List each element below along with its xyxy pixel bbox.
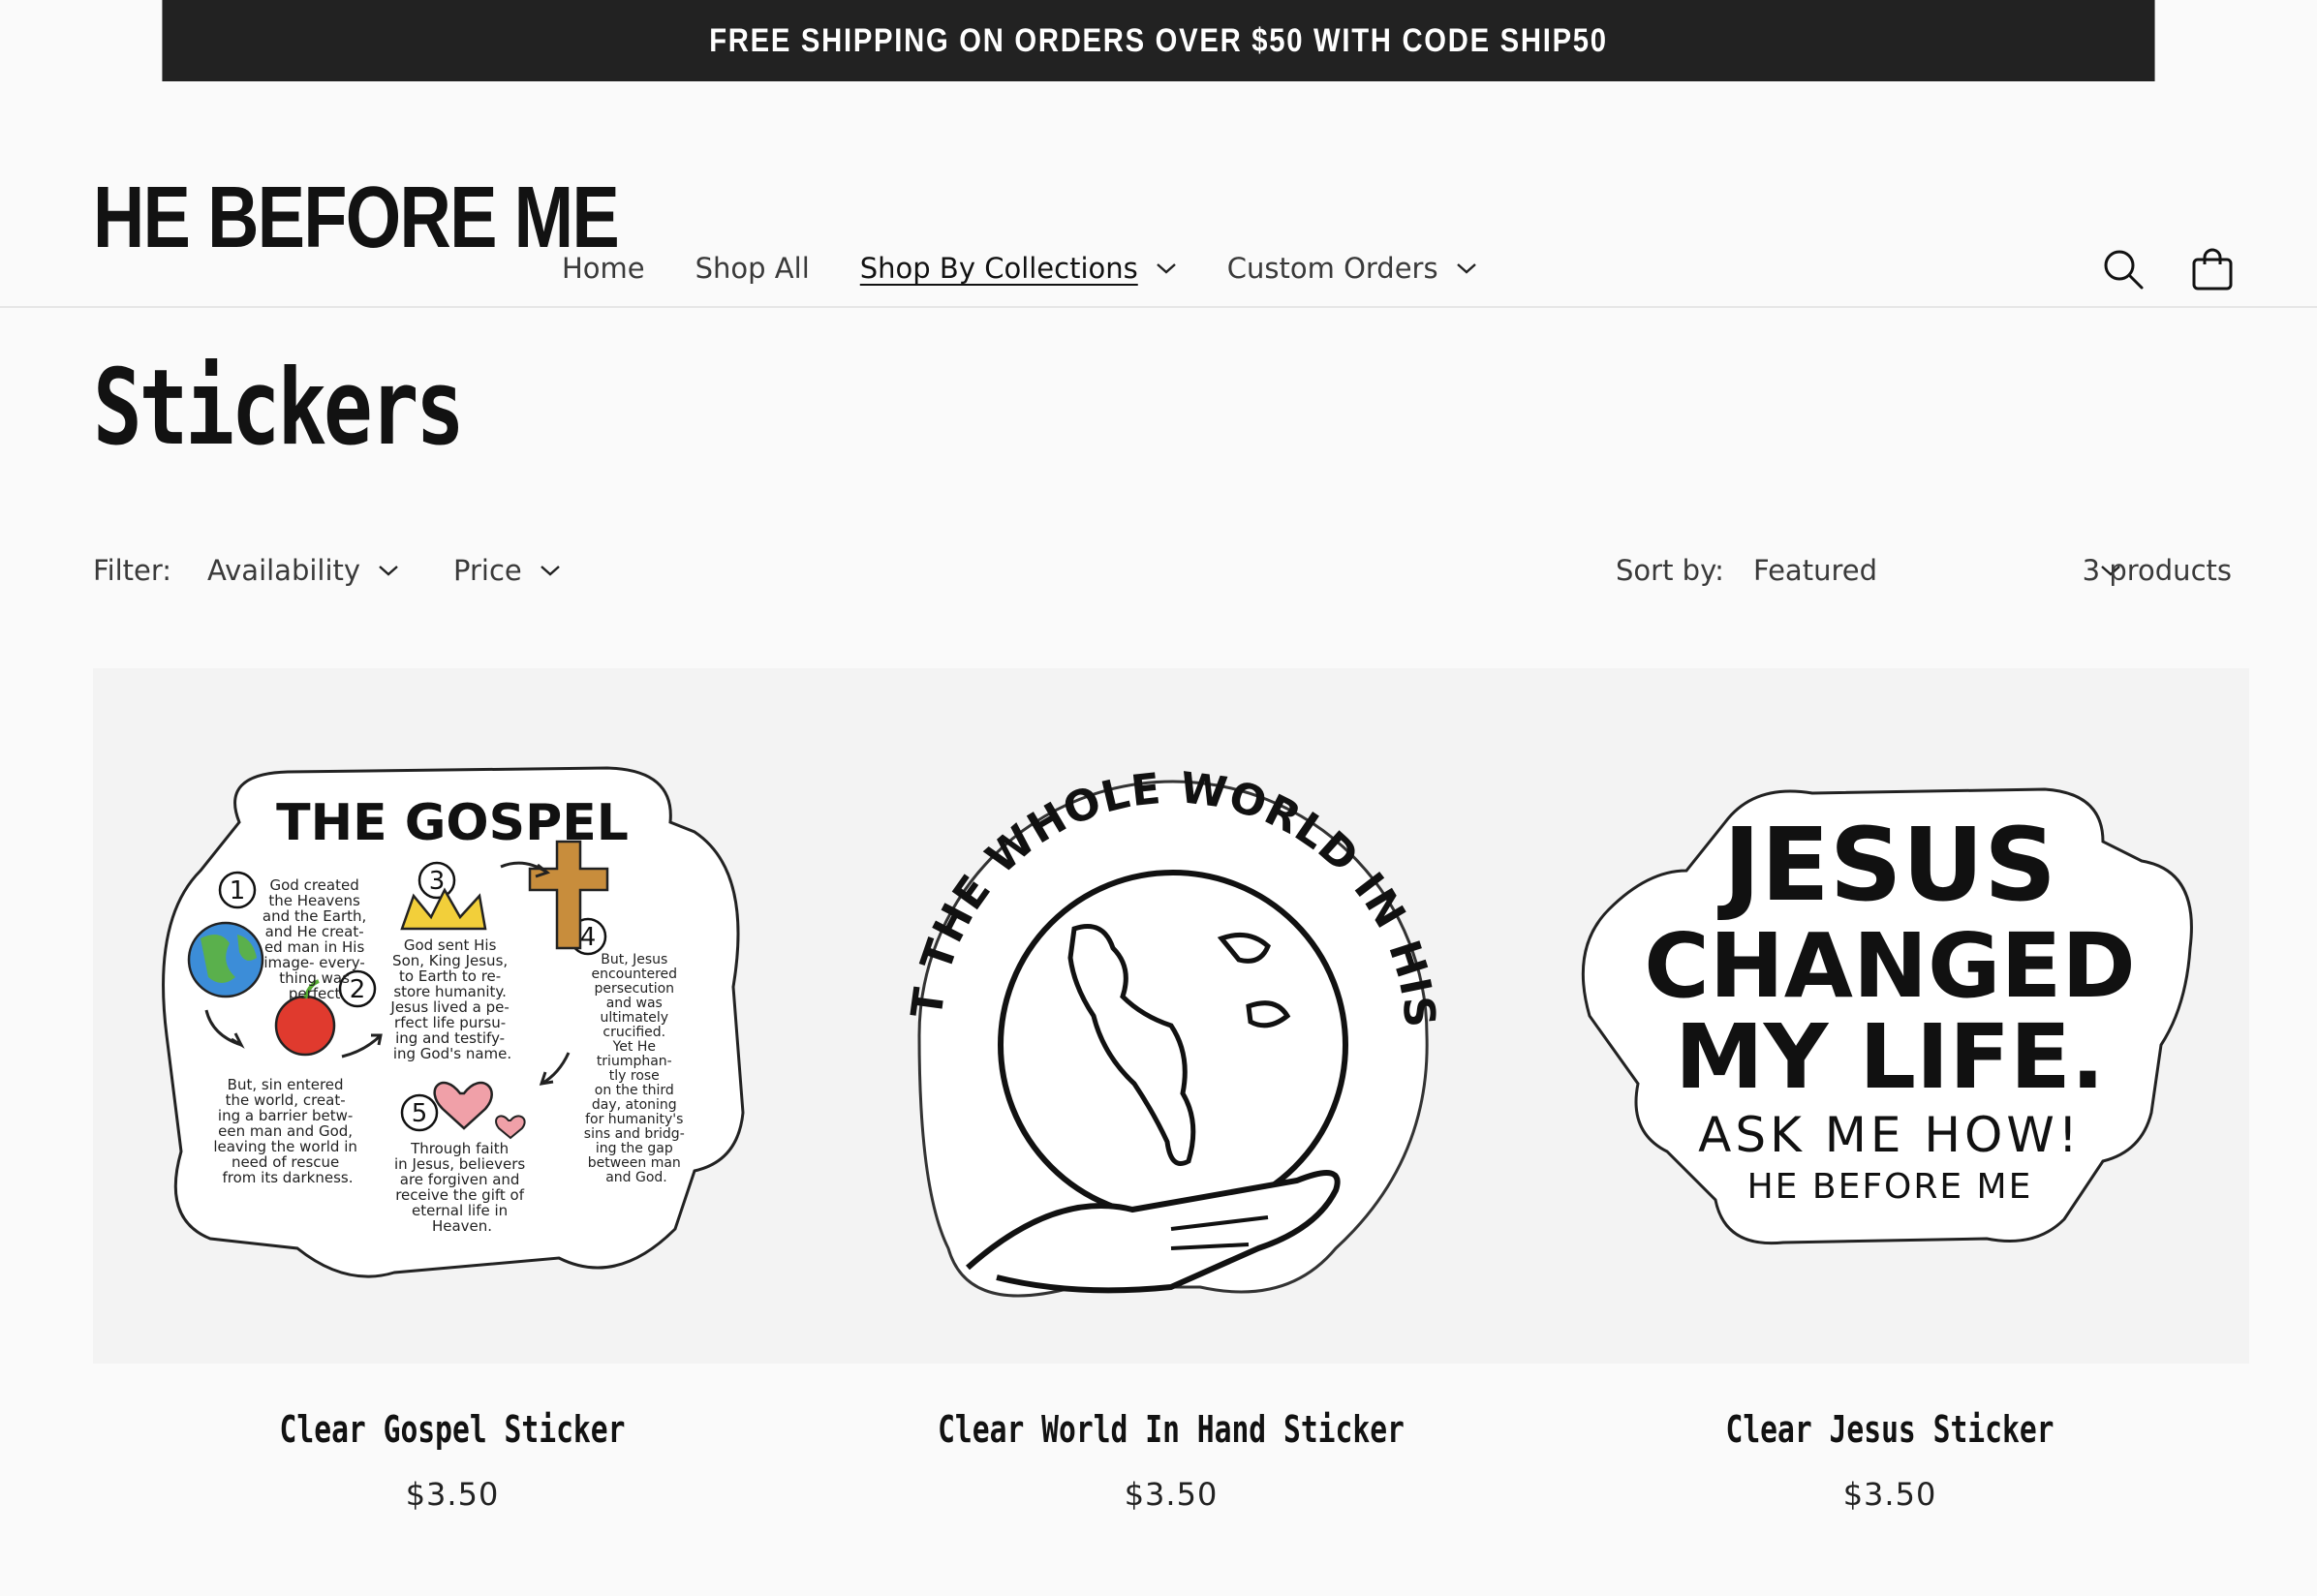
- product-image[interactable]: HE'S GOT THE WHOLE WORLD IN HIS HANDS: [812, 668, 1530, 1364]
- gospel-step4-line: But, Jesus: [601, 952, 667, 967]
- nav-shop-all-label: Shop All: [695, 252, 810, 285]
- jesus-line5: HE BEFORE ME: [1747, 1167, 2033, 1207]
- product-title[interactable]: Clear Gospel Sticker: [172, 1408, 733, 1451]
- filter-availability-label: Availability: [207, 554, 361, 587]
- svg-text:1: 1: [230, 876, 246, 905]
- jesus-sticker-illustration: JESUS CHANGED MY LIFE. ASK ME HOW! HE BE…: [1581, 787, 2193, 1245]
- nav-shop-all[interactable]: Shop All: [695, 252, 810, 285]
- sort-label: Sort by:: [1616, 554, 1724, 587]
- svg-text:But, sin entered the: But, sin entered the world, creat- ing a…: [213, 1076, 361, 1186]
- gospel-step4-line: persecution: [594, 981, 674, 997]
- nav-home-label: Home: [562, 252, 645, 285]
- gospel-step4-line: and was: [606, 996, 663, 1011]
- gospel-step4-line: triumphan-: [597, 1054, 672, 1069]
- nav-shop-by-collections-label: Shop By Collections: [859, 252, 1138, 285]
- product-title[interactable]: Clear World In Hand Sticker: [891, 1408, 1452, 1451]
- product-count: 3 products: [2082, 554, 2232, 587]
- gospel-step4-line: crucified.: [602, 1025, 665, 1040]
- filter-label: Filter:: [93, 554, 172, 587]
- product-card[interactable]: THE GOSPEL 1 2 3 4 5 God created the Hea…: [93, 668, 812, 1513]
- jesus-line4: ASK ME HOW!: [1698, 1107, 2082, 1163]
- product-price: $3.50: [1124, 1476, 1219, 1513]
- filter-price[interactable]: Price: [453, 554, 561, 587]
- gospel-step2-line: from its darkness.: [222, 1169, 353, 1186]
- gospel-sticker-illustration: THE GOSPEL 1 2 3 4 5 God created the Hea…: [162, 766, 745, 1278]
- gospel-step5-line: Heaven.: [432, 1217, 492, 1235]
- world-sticker-illustration: HE'S GOT THE WHOLE WORLD IN HIS HANDS: [880, 706, 1443, 1298]
- product-image[interactable]: JESUS CHANGED MY LIFE. ASK ME HOW! HE BE…: [1530, 668, 2249, 1364]
- svg-text:5: 5: [412, 1099, 428, 1128]
- svg-text:But, Jesus encounter: But, Jesus encountered persecution and w…: [584, 952, 689, 1185]
- site-header: HE BEFORE ME Home Shop All Shop By Colle…: [0, 81, 2317, 308]
- gospel-step4-line: day, atoning: [592, 1097, 677, 1113]
- sort-select[interactable]: Featured: [1753, 554, 2121, 587]
- product-price: $3.50: [1842, 1476, 1937, 1513]
- jesus-line1: JESUS: [1717, 806, 2056, 924]
- product-price: $3.50: [405, 1476, 500, 1513]
- nav-shop-by-collections[interactable]: Shop By Collections: [860, 252, 1177, 285]
- gospel-step4-line: sins and bridg-: [584, 1126, 685, 1142]
- chevron-down-icon: [540, 566, 560, 576]
- product-card[interactable]: HE'S GOT THE WHOLE WORLD IN HIS HANDS Cl…: [812, 668, 1530, 1513]
- filter-availability[interactable]: Availability: [207, 554, 399, 587]
- site-logo[interactable]: HE BEFORE ME: [93, 174, 620, 261]
- gospel-step1-line: perfect.: [289, 985, 345, 1002]
- gospel-step4-line: Yet He: [612, 1039, 656, 1055]
- gospel-step4-line: ultimately: [600, 1010, 668, 1026]
- product-image[interactable]: THE GOSPEL 1 2 3 4 5 God created the Hea…: [93, 668, 812, 1364]
- jesus-line3: MY LIFE.: [1675, 1005, 2105, 1109]
- gospel-step3-line: ing God's name.: [393, 1045, 511, 1062]
- svg-text:3: 3: [429, 867, 446, 896]
- nav-custom-orders[interactable]: Custom Orders: [1227, 252, 1477, 285]
- gospel-step4-line: tly rose: [609, 1068, 660, 1084]
- product-card[interactable]: JESUS CHANGED MY LIFE. ASK ME HOW! HE BE…: [1530, 668, 2249, 1513]
- search-icon[interactable]: [2102, 248, 2145, 291]
- chevron-down-icon: [1156, 263, 1176, 274]
- gospel-step4-line: and God.: [605, 1170, 667, 1185]
- jesus-line2: CHANGED: [1644, 914, 2135, 1018]
- product-grid: THE GOSPEL 1 2 3 4 5 God created the Hea…: [93, 668, 2249, 1513]
- sort-select-value: Featured: [1753, 554, 1877, 587]
- cart-icon[interactable]: [2191, 248, 2234, 291]
- product-title[interactable]: Clear Jesus Sticker: [1610, 1408, 2171, 1451]
- page-title: Stickers: [93, 348, 465, 469]
- filter-price-label: Price: [453, 554, 522, 587]
- gospel-step4-line: ing the gap: [596, 1141, 673, 1156]
- announcement-text: FREE SHIPPING ON ORDERS OVER $50 WITH CO…: [709, 21, 1608, 59]
- gospel-step4-line: on the third: [595, 1083, 674, 1098]
- chevron-down-icon: [1456, 263, 1476, 274]
- filter-bar: Filter: Availability Price Sort by: Feat…: [93, 550, 2232, 593]
- chevron-down-icon: [379, 566, 398, 576]
- gospel-step4-line: between man: [588, 1155, 681, 1171]
- gospel-step4-line: for humanity's: [585, 1112, 683, 1127]
- nav-custom-orders-label: Custom Orders: [1226, 252, 1438, 285]
- main-nav: Home Shop All Shop By Collections Custom…: [562, 252, 1528, 285]
- svg-text:God sent His Son, Ki: God sent His Son, King Jesus, to Earth t…: [389, 936, 513, 1062]
- svg-text:4: 4: [580, 923, 597, 952]
- nav-home[interactable]: Home: [562, 252, 645, 285]
- announcement-bar: FREE SHIPPING ON ORDERS OVER $50 WITH CO…: [162, 0, 2155, 81]
- gospel-step4-line: encountered: [592, 967, 678, 982]
